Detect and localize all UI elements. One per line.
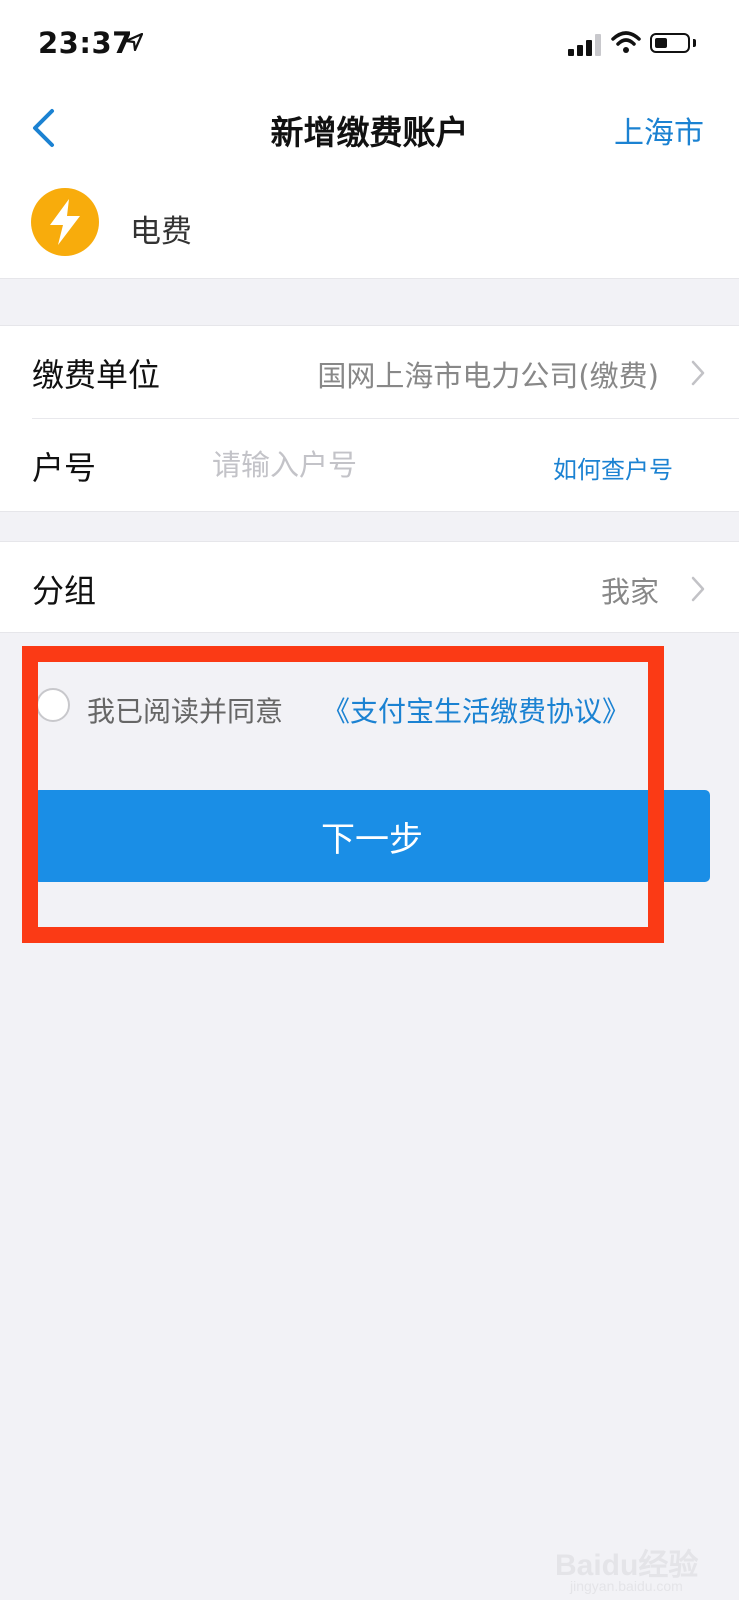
status-bar: 23:37	[0, 0, 739, 88]
watermark-url: jingyan.baidu.com	[570, 1578, 683, 1594]
account-number-label: 户号	[32, 449, 97, 487]
wifi-icon	[611, 31, 641, 53]
city-selector[interactable]: 上海市	[614, 108, 704, 152]
group-row[interactable]: 分组 我家	[0, 542, 739, 634]
how-to-find-account-link[interactable]: 如何查户号	[553, 450, 673, 485]
payment-unit-row[interactable]: 缴费单位 国网上海市电力公司(缴费)	[0, 326, 739, 419]
next-step-button[interactable]: 下一步	[34, 790, 710, 882]
account-form-card: 缴费单位 国网上海市电力公司(缴费) 户号 如何查户号	[0, 325, 739, 512]
payment-unit-value: 国网上海市电力公司(缴费)	[317, 359, 659, 393]
lightning-bolt-icon	[31, 188, 99, 256]
status-time: 23:37	[38, 26, 133, 60]
account-number-input[interactable]	[210, 439, 524, 491]
cellular-signal-icon	[568, 34, 602, 56]
battery-icon	[650, 33, 690, 53]
biller-header: 电费	[0, 174, 739, 279]
chevron-right-icon	[691, 576, 705, 602]
account-number-row: 户号 如何查户号	[0, 419, 739, 511]
navigation-bar: 新增缴费账户 上海市	[0, 88, 739, 174]
agreement-text: 我已阅读并同意	[87, 695, 284, 728]
chevron-right-icon	[691, 360, 705, 386]
group-label: 分组	[32, 572, 97, 610]
agreement-link[interactable]: 《支付宝生活缴费协议》	[322, 690, 630, 730]
location-arrow-icon	[125, 33, 143, 51]
biller-name: 电费	[130, 214, 192, 250]
agreement-checkbox[interactable]	[36, 688, 70, 722]
payment-unit-label: 缴费单位	[32, 356, 161, 394]
group-card: 分组 我家	[0, 541, 739, 633]
group-value: 我家	[600, 575, 659, 609]
